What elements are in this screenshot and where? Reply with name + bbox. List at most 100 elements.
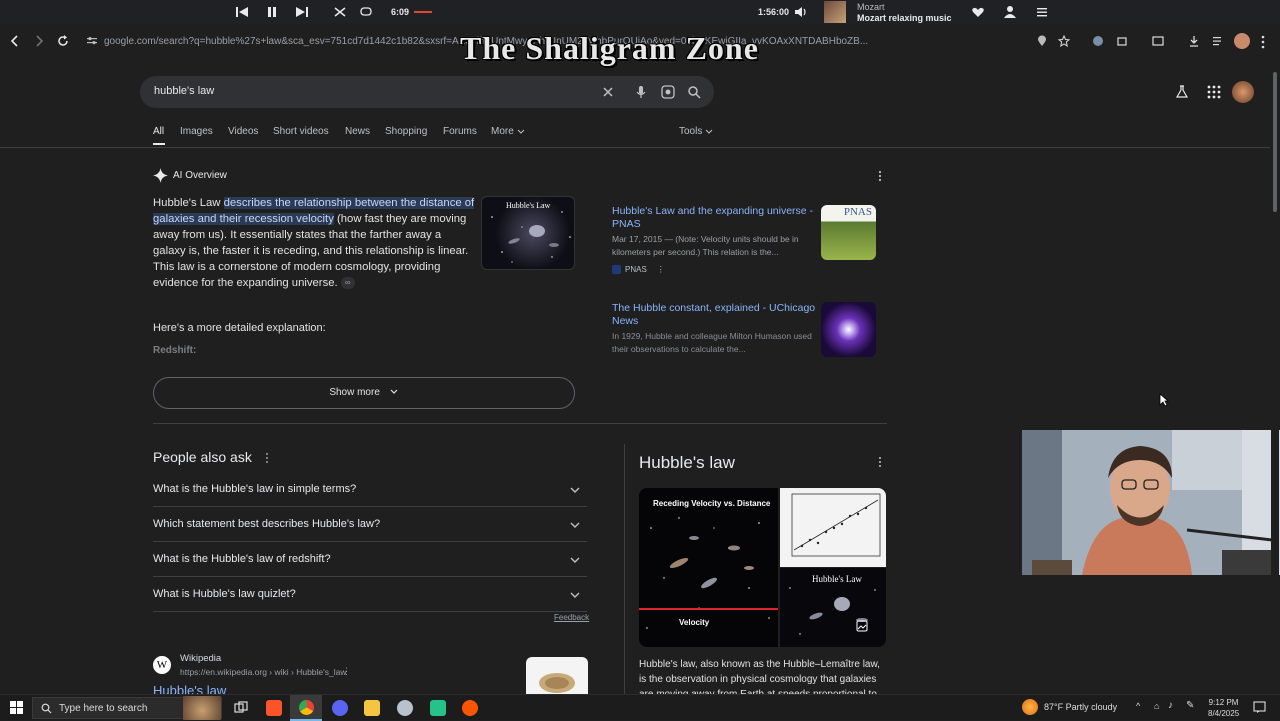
tab-images[interactable]: Images	[180, 126, 213, 137]
labs-icon[interactable]	[1175, 85, 1189, 99]
feedback-link[interactable]: Feedback	[554, 613, 589, 622]
taskbar-active-app[interactable]	[290, 695, 322, 721]
reload-icon[interactable]	[56, 34, 70, 48]
show-more-label: Show more	[329, 387, 380, 398]
paa-question[interactable]: Which statement best describes Hubble's …	[153, 507, 587, 542]
volume-icon[interactable]	[793, 4, 809, 20]
paa-question[interactable]: What is the Hubble's law of redshift?	[153, 542, 587, 577]
microphone-icon[interactable]	[633, 84, 649, 100]
lens-icon[interactable]	[660, 84, 676, 100]
paa-question[interactable]: What is the Hubble's law in simple terms…	[153, 472, 587, 507]
link-icon[interactable]: ∞	[340, 277, 355, 290]
chevron-down-icon[interactable]	[569, 519, 581, 531]
redshift-subheading: Redshift:	[153, 345, 197, 356]
forward-icon[interactable]	[32, 34, 46, 48]
weather-text[interactable]: 87°F Partly cloudy	[1044, 702, 1117, 712]
pause-icon[interactable]	[264, 4, 280, 20]
paa-question[interactable]: What is Hubble's law quizlet?	[153, 577, 587, 612]
tab-tools[interactable]: Tools	[679, 126, 702, 137]
chevron-down-icon[interactable]	[569, 554, 581, 566]
profile-icon[interactable]	[1002, 4, 1018, 20]
network-icon[interactable]: ⌂	[1154, 701, 1159, 711]
chevron-up-icon[interactable]: ^	[1136, 701, 1140, 711]
chevron-down-icon[interactable]	[517, 127, 525, 135]
search-icon[interactable]	[686, 84, 702, 100]
queue-icon[interactable]	[1034, 4, 1050, 20]
result-url[interactable]: https://en.wikipedia.org › wiki › Hubble…	[180, 667, 347, 677]
clock-time: 9:12 PM	[1208, 698, 1239, 707]
volume-icon[interactable]: ♪	[1168, 700, 1173, 711]
image-gallery-icon[interactable]	[856, 620, 868, 632]
knowledge-panel-title: Hubble's law	[639, 453, 735, 472]
more-options-icon[interactable]	[264, 452, 270, 464]
source-publisher: PNAS	[625, 265, 647, 274]
result-thumbnail[interactable]	[526, 657, 588, 694]
clear-icon[interactable]	[600, 84, 616, 100]
source-title[interactable]: Hubble's Law and the expanding universe …	[612, 205, 816, 231]
tab-videos[interactable]: Videos	[228, 126, 258, 137]
app-icon[interactable]	[430, 700, 446, 716]
lyrics-icon[interactable]	[358, 4, 374, 20]
media-control-icon[interactable]	[1212, 35, 1224, 47]
more-options-icon[interactable]	[877, 170, 883, 182]
file-explorer-icon[interactable]	[364, 700, 380, 716]
tab-short-videos[interactable]: Short videos	[273, 126, 329, 137]
heart-icon[interactable]	[970, 4, 986, 20]
discord-icon[interactable]	[332, 700, 348, 716]
brave-icon[interactable]	[266, 700, 282, 716]
source-card-pnas[interactable]: Hubble's Law and the expanding universe …	[612, 205, 877, 274]
bookmark-star-icon[interactable]	[1058, 35, 1070, 47]
previous-track-icon[interactable]	[234, 4, 250, 20]
app-icon[interactable]	[397, 700, 413, 716]
windows-start-icon[interactable]	[10, 701, 23, 714]
show-more-button[interactable]: Show more	[153, 377, 575, 409]
wikipedia-icon: W	[153, 656, 171, 674]
task-view-icon[interactable]	[234, 701, 248, 715]
taskbar-search-box[interactable]: Type here to search	[32, 696, 222, 720]
source-card-uchicago[interactable]: The Hubble constant, explained - UChicag…	[612, 302, 877, 357]
ai-overview-image[interactable]: Hubble's Law	[481, 196, 575, 270]
site-info-icon[interactable]	[86, 35, 98, 47]
browser-avatar[interactable]	[1234, 33, 1250, 49]
chrome-icon	[299, 700, 314, 715]
tab-shopping[interactable]: Shopping	[385, 126, 427, 137]
chevron-down-icon[interactable]	[705, 127, 713, 135]
tab-more[interactable]: More	[491, 126, 514, 137]
browser-menu-icon[interactable]	[1260, 35, 1266, 49]
soundcloud-icon[interactable]	[462, 700, 478, 716]
download-icon[interactable]	[1188, 35, 1200, 47]
page-scrollbar[interactable]	[1271, 60, 1279, 694]
tab-news[interactable]: News	[345, 126, 370, 137]
scrollbar-thumb[interactable]	[1273, 72, 1277, 212]
tab-search-icon[interactable]	[1152, 35, 1164, 47]
weather-icon[interactable]	[1022, 699, 1038, 715]
knowledge-panel-image-diagram[interactable]: Hubble's Law	[780, 568, 886, 647]
album-art	[824, 1, 846, 23]
clock[interactable]: 9:12 PM 8/4/2025	[1208, 697, 1239, 719]
tab-forums[interactable]: Forums	[443, 126, 477, 137]
tab-all[interactable]: All	[153, 126, 164, 137]
paa-question-text: What is Hubble's law quizlet?	[153, 588, 296, 600]
extension-icon[interactable]	[1092, 35, 1104, 47]
more-options-icon[interactable]: ⋮	[342, 666, 351, 677]
notification-icon[interactable]	[1253, 701, 1266, 714]
next-track-icon[interactable]	[294, 4, 310, 20]
source-title[interactable]: The Hubble constant, explained - UChicag…	[612, 302, 816, 328]
knowledge-panel-image-main[interactable]: Receding Velocity vs. Distance Velocity	[639, 488, 778, 647]
search-query[interactable]: hubble's law	[154, 85, 214, 97]
knowledge-panel-image-graph[interactable]	[780, 488, 886, 567]
more-options-icon[interactable]: ⋮	[657, 265, 665, 274]
shuffle-icon[interactable]	[332, 4, 348, 20]
more-options-icon[interactable]	[877, 456, 883, 468]
chevron-down-icon[interactable]	[569, 484, 581, 496]
apps-grid-icon[interactable]	[1207, 85, 1221, 99]
puzzle-icon[interactable]	[1116, 35, 1128, 47]
chevron-down-icon[interactable]	[569, 589, 581, 601]
pen-icon[interactable]: ✎	[1186, 700, 1194, 711]
search-highlight-image	[183, 696, 221, 720]
location-icon[interactable]	[1036, 35, 1048, 47]
account-avatar[interactable]	[1232, 81, 1254, 103]
progress-bar[interactable]	[414, 11, 432, 13]
back-icon[interactable]	[8, 34, 22, 48]
search-input[interactable]: hubble's law	[140, 76, 714, 108]
